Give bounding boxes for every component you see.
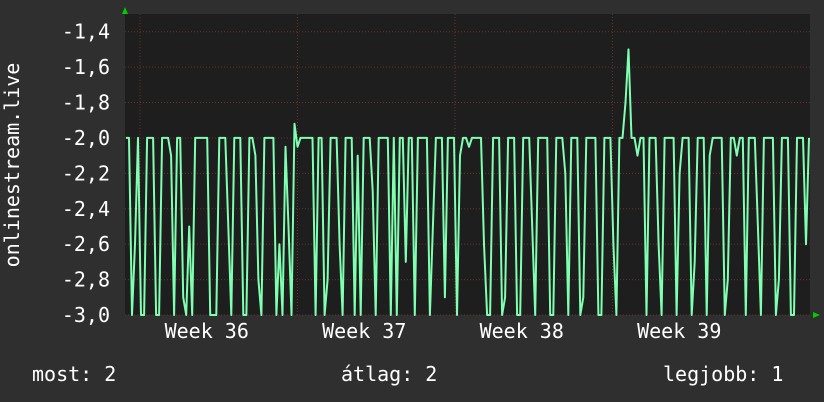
x-tick-label: Week 38 xyxy=(480,319,564,343)
y-tick-label: -1,8 xyxy=(62,91,110,115)
x-tick-label: Week 39 xyxy=(637,319,721,343)
stat-best: legjobb: 1 xyxy=(663,362,784,386)
chart-panel: -1,4 -1,6 -1,8 -2,0 -2,2 -2,4 -2,6 -2,8 -3,0 Week… xyxy=(0,0,824,402)
y-tick-label: -2,0 xyxy=(62,126,110,150)
y-tick-label: -2,2 xyxy=(62,161,110,185)
y-axis-label: onlinestream.live xyxy=(0,63,24,268)
x-axis-arrow xyxy=(813,312,820,318)
y-tick-label: -1,4 xyxy=(62,20,110,44)
y-tick-label: -2,6 xyxy=(62,232,110,256)
y-tick-label: -3,0 xyxy=(62,303,110,327)
x-tick-label: Week 37 xyxy=(322,319,406,343)
y-tick-label: -1,6 xyxy=(62,55,110,79)
y-axis-arrow xyxy=(122,7,128,14)
x-tick-label: Week 36 xyxy=(165,319,249,343)
y-tick-label: -2,8 xyxy=(62,268,110,292)
line-chart: -1,4 -1,6 -1,8 -2,0 -2,2 -2,4 -2,6 -2,8 -3,0 Week… xyxy=(0,7,820,343)
stat-average: átlag: 2 xyxy=(341,362,438,386)
y-tick-label: -2,4 xyxy=(62,197,110,221)
stat-current: most: 2 xyxy=(32,362,117,386)
